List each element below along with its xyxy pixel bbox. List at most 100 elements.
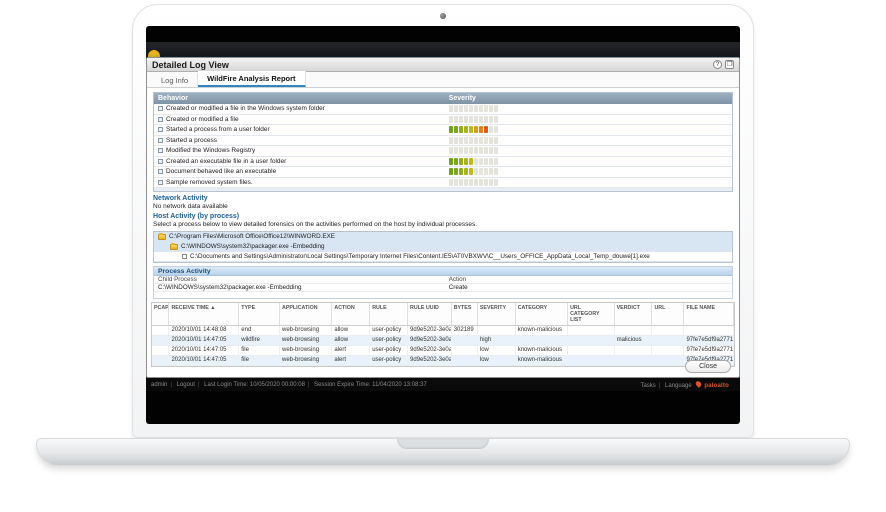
log-table-row[interactable]: 2020/10/01 14:47:05fileweb-browsingalert… xyxy=(152,346,734,356)
detach-icon[interactable]: ❐ xyxy=(725,60,734,69)
log-column-header[interactable]: APPLICATION xyxy=(280,303,332,325)
severity-segment xyxy=(474,158,478,165)
log-column-header[interactable]: CATEGORY xyxy=(516,303,568,325)
severity-segment xyxy=(454,105,458,112)
behavior-label: Started a process xyxy=(166,137,217,144)
empty-row xyxy=(154,292,732,298)
severity-segment xyxy=(459,179,463,186)
log-table-cell: 9d9e5202-3e0a-4f.. xyxy=(408,326,452,335)
behavior-expand-icon[interactable] xyxy=(158,106,163,111)
log-table-cell: 2020/10/01 14:47:05 xyxy=(169,336,239,345)
behavior-label-cell: Created or modified a file in the Window… xyxy=(158,105,449,112)
tab-log-info[interactable]: Log Info xyxy=(152,73,198,87)
behavior-label-cell: Document behaved like an executable xyxy=(158,168,449,175)
behavior-row: Created or modified a file xyxy=(154,115,732,126)
behavior-column-header: Behavior xyxy=(158,95,449,102)
process-tree-item[interactable]: C:\Documents and Settings\Administrator\… xyxy=(154,252,732,262)
log-table-cell: alert xyxy=(332,356,370,365)
severity-segment xyxy=(474,105,478,112)
log-column-header[interactable]: URL CATEGORY LIST xyxy=(568,303,615,325)
log-column-header[interactable]: RULE xyxy=(370,303,408,325)
log-column-header[interactable]: RECEIVE TIME ▲ xyxy=(169,303,239,325)
behavior-expand-icon[interactable] xyxy=(158,138,163,143)
severity-segment xyxy=(464,105,468,112)
log-column-header[interactable]: SEVERITY xyxy=(478,303,516,325)
log-table-cell xyxy=(615,356,653,365)
log-table-cell xyxy=(568,346,615,355)
severity-segment xyxy=(464,168,468,175)
behavior-label-cell: Started a process xyxy=(158,137,449,144)
dialog-tab-bar: Log Info WildFire Analysis Report xyxy=(147,72,739,88)
log-column-header[interactable]: PCAP xyxy=(152,303,169,325)
process-activity-row[interactable]: C:\WINDOWS\system32\packager.exe -Embedd… xyxy=(154,284,732,292)
log-table-cell: file xyxy=(239,346,280,355)
severity-segment xyxy=(474,126,478,133)
behavior-label-cell: Sample removed system files. xyxy=(158,179,449,186)
severity-segment xyxy=(454,137,458,144)
help-icon[interactable]: ? xyxy=(713,60,722,69)
behavior-expand-icon[interactable] xyxy=(158,127,163,132)
log-column-header[interactable]: FILE NAME xyxy=(684,303,733,325)
process-action-value: Create xyxy=(449,284,728,291)
severity-segment xyxy=(469,137,473,144)
log-table-cell: 97fe7e5df9a27716.. xyxy=(684,336,733,345)
severity-segment xyxy=(454,168,458,175)
close-button[interactable]: Close xyxy=(685,360,731,373)
dialog-title: Detailed Log View xyxy=(152,60,710,70)
log-table-cell: 302189 xyxy=(452,326,478,335)
log-column-header[interactable]: VERDICT xyxy=(615,303,653,325)
language-link[interactable]: Language xyxy=(665,383,692,389)
severity-segment xyxy=(449,158,453,165)
severity-segment xyxy=(459,126,463,133)
severity-bar xyxy=(449,158,498,165)
log-table-cell: low xyxy=(478,346,516,355)
host-activity-description: Select a process below to view detailed … xyxy=(153,221,733,228)
log-table-cell: 97fe7e5df9a27716.. xyxy=(684,346,733,355)
behavior-expand-icon[interactable] xyxy=(158,169,163,174)
behavior-expand-icon[interactable] xyxy=(158,159,163,164)
behavior-row: Document behaved like an executable xyxy=(154,167,732,178)
behavior-label-cell: Modified the Windows Registry xyxy=(158,147,449,154)
log-table-row[interactable]: 2020/10/01 14:47:05wildfireweb-browsinga… xyxy=(152,336,734,346)
behavior-label: Created or modified a file in the Window… xyxy=(166,105,325,112)
log-column-header[interactable]: TYPE xyxy=(239,303,280,325)
tab-wildfire-analysis-report[interactable]: WildFire Analysis Report xyxy=(198,71,305,87)
severity-segment xyxy=(484,126,488,133)
log-table-row[interactable]: 2020/10/01 14:48:08endweb-browsingallowu… xyxy=(152,326,734,336)
tasks-link[interactable]: Tasks xyxy=(640,383,660,389)
severity-segment xyxy=(479,126,483,133)
log-column-header[interactable]: BYTES xyxy=(452,303,478,325)
severity-segment xyxy=(479,168,483,175)
log-table-cell: user-policy xyxy=(370,346,408,355)
log-table-cell: known-malicious xyxy=(516,356,568,365)
behavior-expand-icon[interactable] xyxy=(158,117,163,122)
severity-segment xyxy=(494,116,498,123)
log-table-cell xyxy=(615,346,653,355)
severity-segment xyxy=(469,158,473,165)
network-activity-title: Network Activity xyxy=(153,195,733,203)
behavior-label: Started a process from a user folder xyxy=(166,126,270,133)
log-column-header[interactable]: RULE UUID xyxy=(408,303,452,325)
severity-segment xyxy=(484,147,488,154)
log-table-row[interactable]: 2020/10/01 14:47:05fileweb-browsingalert… xyxy=(152,356,734,366)
behavior-expand-icon[interactable] xyxy=(158,180,163,185)
process-tree-item[interactable]: C:\WINDOWS\system32\packager.exe -Embedd… xyxy=(154,242,732,252)
behavior-expand-icon[interactable] xyxy=(158,148,163,153)
severity-segment xyxy=(459,147,463,154)
severity-segment xyxy=(449,147,453,154)
behavior-rows: Created or modified a file in the Window… xyxy=(154,104,732,188)
log-column-header[interactable]: URL xyxy=(652,303,684,325)
log-table-cell: web-browsing xyxy=(280,336,332,345)
severity-segment xyxy=(469,126,473,133)
process-tree-item[interactable]: C:\Program Files\Microsoft Office\Office… xyxy=(154,232,732,242)
behavior-label-cell: Started a process from a user folder xyxy=(158,126,449,133)
log-table-cell: web-browsing xyxy=(280,326,332,335)
process-activity-band: Process Activity xyxy=(154,267,732,276)
log-table-cell xyxy=(615,326,653,335)
checkbox-icon[interactable] xyxy=(182,254,187,259)
severity-segment xyxy=(459,137,463,144)
log-table-cell xyxy=(452,356,478,365)
logout-link[interactable]: Logout xyxy=(177,382,200,388)
log-column-header[interactable]: ACTION xyxy=(332,303,370,325)
log-table-cell xyxy=(516,336,568,345)
